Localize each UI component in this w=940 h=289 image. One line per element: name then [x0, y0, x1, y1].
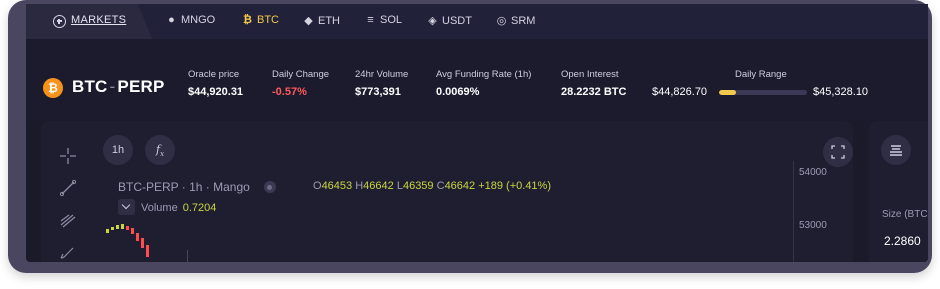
market-item-mngo[interactable]: ● MNGO [165, 14, 215, 26]
stat-volume: 24hr Volume $773,391 [355, 69, 408, 98]
stat-label: Open Interest [561, 69, 619, 80]
daily-range-bar [719, 90, 807, 95]
stat-value: -0.57% [272, 86, 307, 98]
bitcoin-icon: ₿ [243, 14, 252, 26]
market-item-srm[interactable]: ◎ SRM [495, 14, 536, 27]
market-label: SRM [511, 15, 536, 27]
plus-circle-icon [53, 15, 66, 28]
market-pair-title: BTC - PERP [72, 77, 165, 97]
ethereum-icon: ◆ [304, 15, 313, 27]
ohlc-close: 46642 [444, 180, 476, 192]
chart-panel: 1h fx BTC-PERP · 1h · Mango O46453 H4664… [41, 121, 853, 262]
markets-bar: MARKETS ● MNGO ₿ BTC ◆ ETH ≡ SOL ◈ USDT ◎ SRM [26, 4, 928, 39]
market-item-btc[interactable]: ₿ BTC [241, 14, 279, 26]
volume-legend: Volume 0.7204 [118, 199, 216, 215]
stat-open-interest: Open Interest 28.2232 BTC [561, 69, 626, 98]
app-frame: MARKETS ● MNGO ₿ BTC ◆ ETH ≡ SOL ◈ USDT ◎ SRM [8, 0, 932, 273]
ohlc-label: C [436, 180, 445, 192]
stat-funding-rate: Avg Funding Rate (1h) 0.0069% [436, 69, 531, 98]
stat-label: Daily Change [272, 69, 330, 80]
market-label: MNGO [181, 14, 216, 26]
candlestick-series [106, 224, 149, 257]
stat-value: 28.2232 BTC [561, 86, 627, 98]
ohlc-label: O [313, 180, 322, 192]
candle [131, 228, 134, 234]
ohlc-high: 46642 [363, 180, 394, 192]
candle [121, 224, 124, 229]
pair-quote: PERP [117, 77, 165, 96]
crosshair-icon[interactable] [57, 145, 79, 167]
markets-label: MARKETS [71, 14, 127, 26]
chart-legend: BTC-PERP · 1h · Mango [118, 180, 286, 194]
indicators-button[interactable]: fx [145, 135, 175, 165]
trend-line-icon[interactable] [57, 177, 79, 199]
chart-title: BTC-PERP · 1h · Mango [118, 180, 250, 194]
candle [136, 233, 139, 241]
ohlc-label: H [355, 180, 364, 192]
price-axis-tick: 54000 [799, 167, 827, 178]
candle [106, 229, 109, 233]
market-label: SOL [380, 14, 403, 26]
volume-value: 0.7204 [182, 202, 217, 214]
daily-range-high: $45,328.10 [813, 86, 869, 98]
candle [141, 238, 144, 248]
market-label: ETH [318, 15, 340, 27]
expand-icon [831, 145, 845, 159]
candle [126, 226, 129, 230]
visibility-toggle[interactable] [263, 181, 276, 193]
fib-tool-icon[interactable] [57, 209, 79, 231]
volume-label: Volume [141, 202, 178, 214]
bitcoin-icon: ₿ [43, 78, 63, 98]
interval-button[interactable]: 1h [103, 135, 133, 165]
orderbook-icon [890, 145, 902, 156]
ohlc-open: 46453 [321, 180, 353, 192]
collapse-chevron-icon[interactable] [118, 199, 135, 215]
mango-icon: ● [168, 14, 175, 26]
price-axis-tick: 53000 [799, 220, 827, 231]
candle [116, 225, 119, 229]
stat-label: Avg Funding Rate (1h) [436, 69, 532, 80]
pair-separator: - [109, 77, 116, 96]
markets-button[interactable]: MARKETS [26, 4, 152, 39]
market-label: USDT [442, 15, 472, 27]
stat-daily-change: Daily Change -0.57% [272, 69, 329, 98]
market-item-sol[interactable]: ≡ SOL [364, 14, 402, 26]
ohlc-low: 46359 [402, 180, 434, 192]
orderbook-panel: Size (BTC 2.2860 [869, 121, 928, 262]
market-label: BTC [257, 14, 279, 26]
stat-value: 0.0069% [436, 86, 480, 98]
stat-value: $773,391 [355, 86, 401, 98]
market-item-eth[interactable]: ◆ ETH [302, 14, 340, 27]
pair-base: BTC [72, 77, 108, 96]
candle [111, 227, 114, 230]
daily-range-low: $44,826.70 [652, 86, 708, 98]
stat-oracle-price: Oracle price $44,920.31 [188, 69, 243, 98]
market-header: ₿ BTC - PERP Oracle price $44,920.31 Daily… [26, 39, 928, 121]
brush-tool-icon[interactable] [57, 241, 79, 262]
daily-range-label: Daily Range [735, 69, 787, 80]
serum-icon: ◎ [496, 15, 507, 27]
stat-label: Oracle price [188, 69, 240, 80]
price-axis-line [793, 161, 794, 262]
solana-icon: ≡ [367, 14, 374, 26]
fullscreen-button[interactable] [823, 137, 853, 167]
market-item-usdt[interactable]: ◈ USDT [426, 14, 472, 27]
tether-icon: ◈ [428, 15, 437, 27]
time-cursor-line [187, 250, 188, 262]
stat-value: $44,920.31 [188, 86, 244, 98]
size-column-header: Size (BTC [882, 209, 928, 220]
app-screen: MARKETS ● MNGO ₿ BTC ◆ ETH ≡ SOL ◈ USDT ◎ SRM [26, 4, 928, 262]
orderbook-view-button[interactable] [881, 135, 911, 165]
size-value: 2.2860 [884, 234, 921, 248]
ohlc-change: +189 (+0.41%) [478, 180, 551, 192]
candle [146, 245, 149, 257]
stat-label: 24hr Volume [355, 69, 409, 80]
daily-range-fill [719, 90, 736, 95]
ohlc-readout: O46453 H46642 L46359 C46642 +189 (+0.41%… [313, 180, 551, 192]
